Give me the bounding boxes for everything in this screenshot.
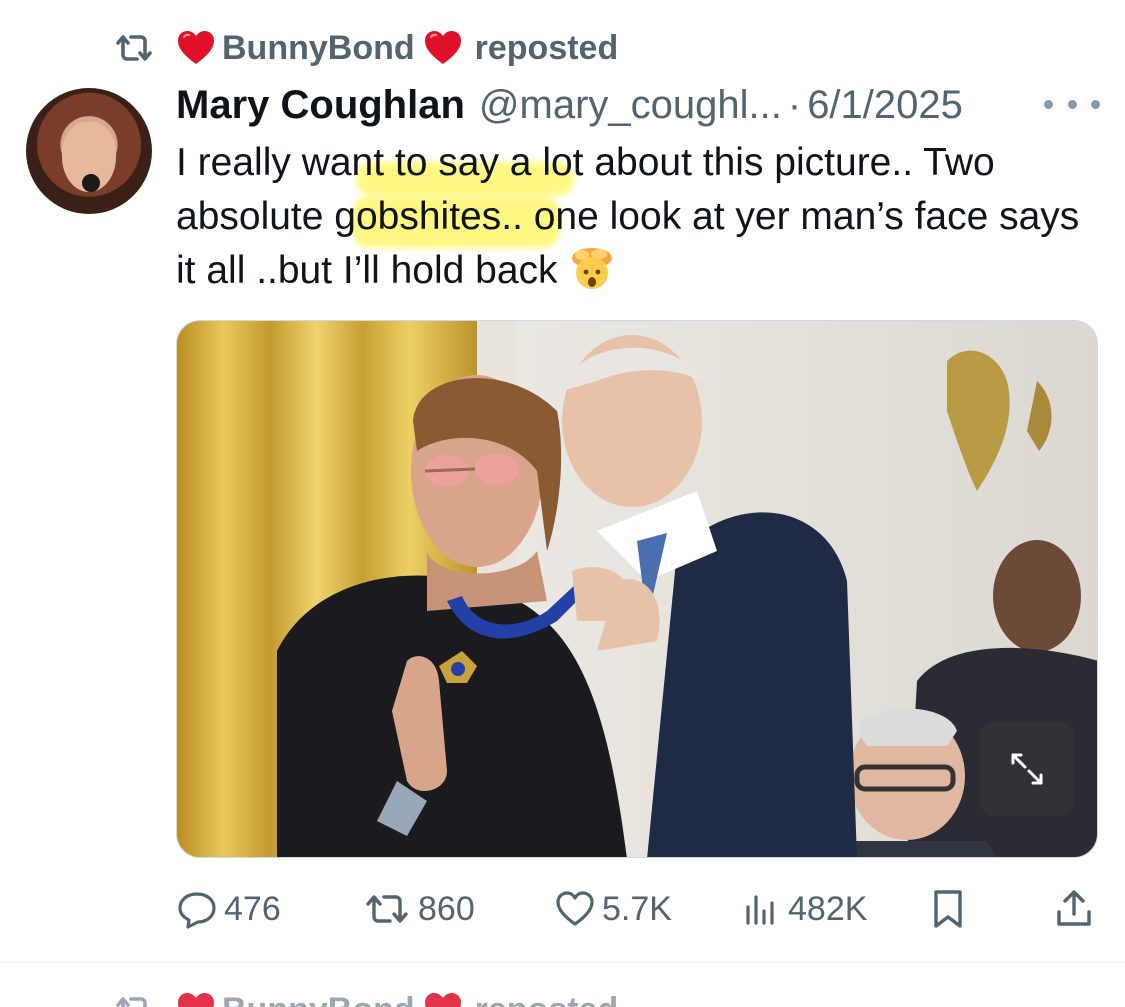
avatar-mic (82, 174, 100, 192)
expand-icon[interactable] (980, 722, 1074, 816)
repost-button[interactable]: 860 (362, 884, 475, 934)
reply-button[interactable]: 476 (176, 884, 281, 934)
author-display-name[interactable]: Mary Coughlan (176, 83, 465, 128)
repost-verb: reposted (474, 28, 619, 67)
retweet-icon (112, 31, 156, 65)
tweet-media-photo[interactable] (176, 320, 1098, 858)
analytics-icon (746, 895, 774, 925)
next-repost-context[interactable]: BunnyBond reposted (112, 990, 618, 1007)
views-count: 482K (788, 889, 868, 928)
repost-count: 860 (418, 889, 475, 928)
share-icon (1057, 890, 1091, 926)
avatar[interactable] (26, 88, 152, 214)
more-options-icon[interactable] (1044, 84, 1100, 124)
exploding-head-emoji (566, 247, 618, 291)
like-count: 5.7K (602, 889, 672, 928)
share-button[interactable] (1054, 884, 1100, 934)
action-bar: 476 860 5.7K 482K (176, 884, 1096, 934)
repost-context[interactable]: BunnyBond reposted (112, 26, 618, 70)
reposter-name[interactable]: BunnyBond (222, 991, 415, 1007)
retweet-icon (366, 895, 408, 923)
author-handle[interactable]: @mary_coughl... (479, 83, 782, 128)
heart-outline-icon (556, 891, 594, 926)
reply-count: 476 (224, 889, 281, 928)
tweet-date[interactable]: 6/1/2025 (807, 83, 963, 128)
separator-dot: · (787, 82, 802, 127)
red-heart-icon (176, 990, 216, 1007)
reposter-name[interactable]: BunnyBond (222, 29, 415, 68)
views-button[interactable]: 482K (742, 884, 867, 934)
red-heart-icon (423, 990, 463, 1007)
tweet-body: I really want to say a lot about this pi… (176, 141, 1080, 292)
retweet-icon (112, 993, 156, 1007)
red-heart-icon (423, 28, 463, 68)
tweet-divider (0, 962, 1125, 963)
red-heart-icon (176, 28, 216, 68)
bookmark-button[interactable] (930, 884, 972, 934)
tweet-text: I really want to say a lot about this pi… (176, 136, 1106, 298)
reply-icon (178, 892, 216, 929)
tweet-header: Mary Coughlan @mary_coughl... · 6/1/2025 (176, 80, 1096, 130)
repost-verb: reposted (475, 991, 619, 1007)
bookmark-icon (934, 890, 962, 928)
like-button[interactable]: 5.7K (554, 884, 672, 934)
